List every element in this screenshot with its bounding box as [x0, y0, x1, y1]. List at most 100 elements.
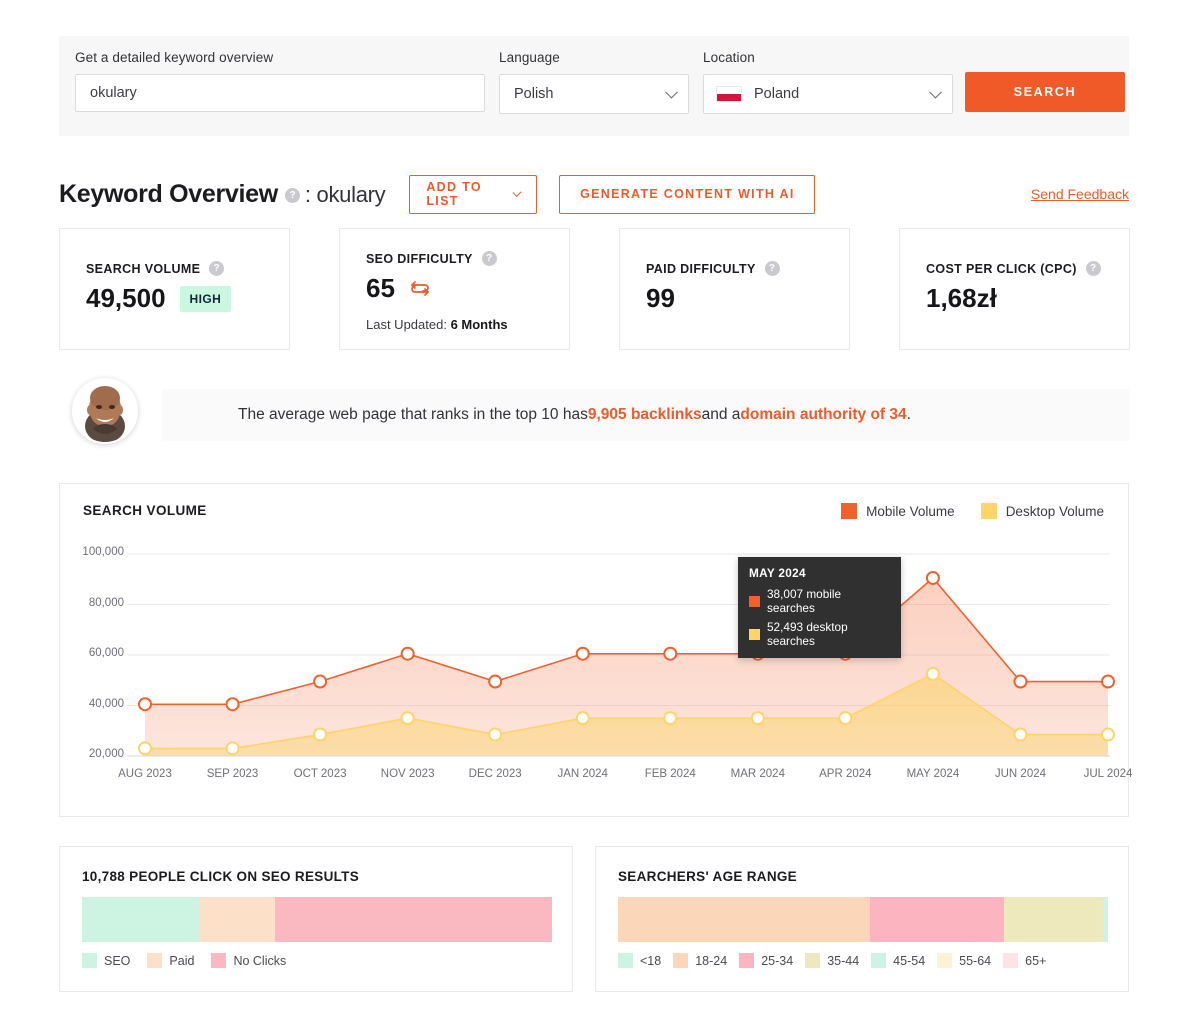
card-paid-difficulty-label: PAID DIFFICULTY ?: [646, 261, 780, 276]
page-title-text: Keyword Overview: [59, 179, 278, 208]
age-range-legend-item[interactable]: 45-54: [871, 953, 925, 968]
x-axis-tick-label: MAR 2024: [730, 768, 785, 780]
seo-clicks-legend-item[interactable]: Paid: [147, 953, 194, 968]
card-seo-difficulty: SEO DIFFICULTY ? 65 Last Updated: 6 Mont…: [339, 228, 570, 350]
seo-clicks-legend-label: SEO: [104, 953, 131, 968]
card-value-text: 65: [366, 273, 395, 303]
age-range-legend-label: 65+: [1025, 953, 1047, 968]
seo-clicks-legend-item[interactable]: No Clicks: [211, 953, 286, 968]
age-range-legend-label: 35-44: [827, 953, 860, 968]
seo-clicks-legend-label: Paid: [169, 953, 195, 968]
card-value-text: 49,500: [86, 283, 166, 313]
help-icon[interactable]: ?: [764, 261, 780, 276]
card-seo-difficulty-value: 65: [366, 273, 431, 304]
metric-cards: SEARCH VOLUME ? 49,500 HIGH SEO DIFFICUL…: [59, 228, 1130, 350]
age-range-legend-label: 55-64: [959, 953, 992, 968]
x-axis-tick-label: JAN 2024: [557, 768, 608, 780]
age-range-legend: <18 18-24 25-34 35-44 45-54 55-64 65+: [618, 953, 1058, 968]
insight-text-2: and a: [701, 406, 741, 423]
search-volume-chart-panel: SEARCH VOLUME Mobile Volume Desktop Volu…: [59, 483, 1132, 817]
chart-plot-area: 20,000 40,000 60,000 80,000 100,000 AUG 2023 S…: [60, 538, 1132, 798]
language-field-group: Language Polish: [499, 50, 689, 114]
card-search-volume: SEARCH VOLUME ? 49,500 HIGH: [59, 228, 290, 350]
legend-label-desktop: Desktop Volume: [1005, 503, 1104, 519]
refresh-icon[interactable]: [409, 273, 431, 304]
help-icon[interactable]: ?: [209, 261, 225, 276]
avatar: [72, 378, 138, 444]
seo-clicks-legend-item[interactable]: SEO: [82, 953, 130, 968]
age-range-legend-item[interactable]: 65+: [1003, 953, 1046, 968]
age-range-legend-item[interactable]: 35-44: [805, 953, 859, 968]
chart-title: SEARCH VOLUME: [83, 503, 207, 518]
card-cost-per-click-label: COST PER CLICK (CPC) ?: [926, 261, 1101, 276]
x-axis-tick-label: FEB 2024: [644, 768, 696, 780]
age-range-legend-item[interactable]: 55-64: [937, 953, 991, 968]
card-label-text: SEO DIFFICULTY: [366, 251, 473, 266]
age-range-legend-swatch: [618, 953, 633, 968]
age-range-segment[interactable]: [1103, 897, 1108, 942]
age-range-legend-item[interactable]: <18: [618, 953, 661, 968]
legend-item-desktop[interactable]: Desktop Volume: [980, 503, 1104, 519]
page-title-keyword: okulary: [316, 181, 386, 207]
chart-legend: Mobile Volume Desktop Volume: [841, 503, 1104, 519]
page-title-row: Keyword Overview?: okulary ADD TO LIST G…: [59, 174, 1129, 214]
seo-clicks-segment[interactable]: [200, 897, 276, 942]
card-sub-value: 6 Months: [450, 317, 508, 332]
age-range-legend-item[interactable]: 25-34: [739, 953, 793, 968]
chart-tooltip: MAY 2024 38,007 mobile searches 52,493 d…: [738, 557, 901, 658]
age-range-panel: SEARCHERS' AGE RANGE <18 18-24 25-34 35-44 4…: [595, 846, 1129, 992]
insight-backlinks-highlight: 9,905 backlinks: [587, 406, 702, 423]
search-input[interactable]: [75, 74, 485, 112]
page-title-separator: :: [304, 181, 317, 207]
age-range-segment[interactable]: [1003, 897, 1104, 942]
y-axis-tick-label: 80,000: [88, 596, 124, 609]
seo-clicks-panel: 10,788 PEOPLE CLICK ON SEO RESULTS SEO Pa…: [59, 846, 573, 992]
generate-content-with-ai-button[interactable]: GENERATE CONTENT WITH AI: [559, 174, 816, 214]
location-field-label: Location: [703, 50, 755, 65]
seo-clicks-legend-swatch: [82, 953, 97, 968]
age-range-legend-item[interactable]: 18-24: [673, 953, 727, 968]
help-icon[interactable]: ?: [1085, 261, 1101, 276]
chevron-down-icon: [665, 85, 678, 99]
send-feedback-link[interactable]: Send Feedback: [1031, 186, 1129, 202]
tooltip-swatch-mobile: [749, 595, 760, 607]
location-field-group: Location Poland: [703, 50, 953, 114]
search-button[interactable]: SEARCH: [965, 72, 1125, 112]
age-range-legend-swatch: [1003, 953, 1019, 968]
card-search-volume-label: SEARCH VOLUME ?: [86, 261, 225, 276]
card-paid-difficulty-value: 99: [646, 283, 675, 314]
add-to-list-button[interactable]: ADD TO LIST: [409, 174, 538, 214]
poland-flag-icon: [716, 86, 742, 102]
keyword-field-group: Get a detailed keyword overview: [75, 50, 485, 112]
x-axis-tick-label: AUG 2023: [118, 768, 172, 780]
age-range-legend-swatch: [739, 953, 755, 968]
insight-text-1: The average web page that ranks in the t…: [238, 406, 588, 423]
card-label-text: SEARCH VOLUME: [86, 261, 201, 276]
card-search-volume-value: 49,500 HIGH: [86, 283, 232, 314]
age-range-legend-label: 25-34: [761, 953, 794, 968]
age-range-segment[interactable]: [870, 897, 1004, 942]
keyword-search-bar: Get a detailed keyword overview Language…: [59, 36, 1129, 136]
chevron-down-icon: [512, 187, 522, 197]
x-axis-tick-label: SEP 2023: [206, 768, 259, 780]
seo-clicks-segment[interactable]: [82, 897, 201, 942]
seo-clicks-segment[interactable]: [275, 897, 552, 942]
language-field-label: Language: [499, 50, 560, 65]
help-icon[interactable]: ?: [481, 251, 497, 266]
help-icon[interactable]: ?: [284, 187, 300, 203]
age-range-legend-swatch: [673, 953, 689, 968]
card-seo-difficulty-sub: Last Updated: 6 Months: [366, 317, 508, 332]
tooltip-row-desktop: 52,493 desktop searches: [749, 620, 890, 648]
card-cost-per-click: COST PER CLICK (CPC) ? 1,68zł: [899, 228, 1130, 350]
legend-item-mobile[interactable]: Mobile Volume: [841, 503, 955, 519]
language-select[interactable]: Polish: [499, 74, 689, 114]
seo-clicks-title: 10,788 PEOPLE CLICK ON SEO RESULTS: [82, 869, 360, 884]
chevron-down-icon: [929, 85, 942, 99]
legend-swatch-desktop: [980, 503, 997, 519]
keyword-overview-page: Get a detailed keyword overview Language…: [0, 0, 1185, 1012]
age-range-segment[interactable]: [618, 897, 871, 942]
x-axis-tick-label: JUL 2024: [1083, 768, 1133, 780]
x-axis-tick-label: NOV 2023: [380, 768, 435, 780]
location-select[interactable]: Poland: [703, 74, 953, 114]
search-button-wrap: SEARCH: [965, 50, 1125, 112]
